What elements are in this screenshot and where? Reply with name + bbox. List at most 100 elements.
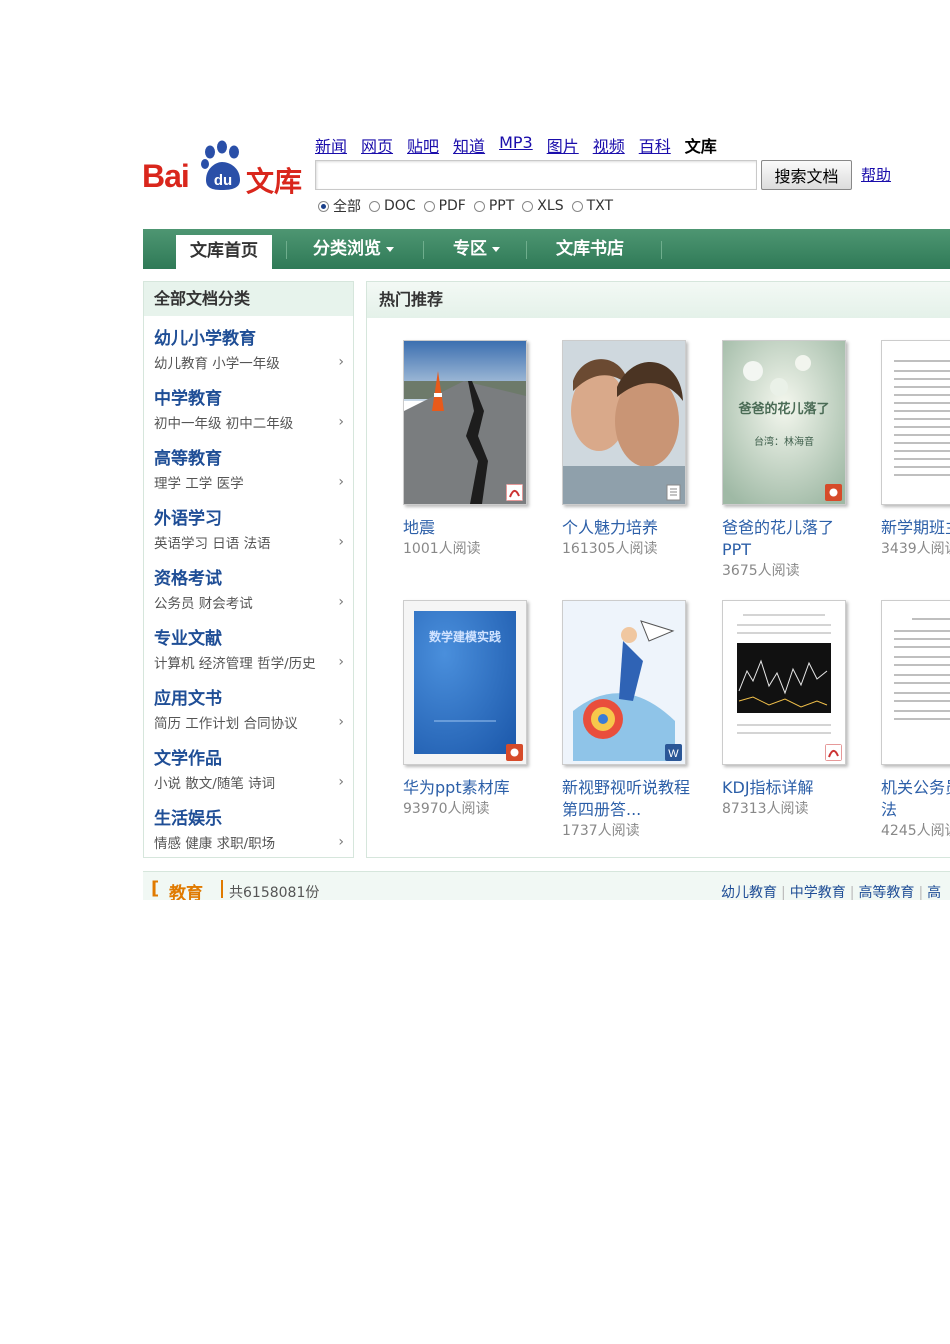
doc-title[interactable]: 爸爸的花儿落了PPT [722,517,854,561]
topnav-link-zhidao[interactable]: 知道 [453,133,485,155]
category-title[interactable]: 幼儿小学教育 [154,324,344,349]
doc-thumbnail[interactable]: W [562,600,686,765]
sidebar-category[interactable]: 文学作品小说 散文/随笔 诗词› [154,744,344,804]
doc-card[interactable]: 数学建模实践 华为ppt素材库 93970人阅读 [403,600,553,819]
topnav-link-tieba[interactable]: 贴吧 [407,133,439,155]
category-title[interactable]: 资格考试 [154,564,344,589]
category-title[interactable]: 外语学习 [154,504,344,529]
category-sub[interactable]: 英语学习 日语 法语 [154,532,344,552]
doc-title[interactable]: 华为ppt素材库 [403,777,535,799]
radio-icon[interactable] [424,201,435,212]
chevron-right-icon[interactable]: › [338,714,344,730]
category-title[interactable]: 专业文献 [154,624,344,649]
doc-title[interactable]: 地震 [403,517,535,539]
filetype-doc[interactable]: DOC [369,198,416,214]
doc-card[interactable]: 地震 1001人阅读 [403,340,553,559]
filetype-all[interactable]: 全部 [318,196,361,216]
radio-icon[interactable] [474,201,485,212]
subcategory-link[interactable]: 幼儿教育 [721,885,777,900]
doc-thumbnail[interactable] [722,600,846,765]
category-title[interactable]: 中学教育 [154,384,344,409]
subcategory-link[interactable]: 高 [927,885,941,900]
sidebar-category[interactable]: 资格考试公务员 财会考试› [154,564,344,624]
topnav-link-images[interactable]: 图片 [547,133,579,155]
doc-title[interactable]: 新视野视听说教程第四册答... [562,777,694,821]
doc-card[interactable]: 个人魅力培养 161305人阅读 [562,340,712,559]
category-sub[interactable]: 理学 工学 医学 [154,472,344,492]
chevron-right-icon[interactable]: › [338,474,344,490]
cover-subtitle: 台湾：林海音 [754,435,814,448]
sidebar-category[interactable]: 外语学习英语学习 日语 法语› [154,504,344,564]
pdf-file-icon [506,484,523,501]
chevron-right-icon[interactable]: › [338,654,344,670]
topnav-link-video[interactable]: 视频 [593,133,625,155]
doc-thumbnail[interactable] [881,600,950,765]
topnav-link-mp3[interactable]: MP3 [499,133,533,155]
doc-title[interactable]: 新学期班主任寄语 [881,517,950,539]
help-link[interactable]: 帮助 [861,164,891,185]
topnav-link-news[interactable]: 新闻 [315,133,347,155]
category-name[interactable]: 教育 [169,879,203,900]
cover-title: 爸爸的花儿落了 [737,401,829,417]
filetype-ppt[interactable]: PPT [474,198,514,214]
sidebar-category[interactable]: 高等教育理学 工学 医学› [154,444,344,504]
radio-icon[interactable] [572,201,583,212]
topnav-link-baike[interactable]: 百科 [639,133,671,155]
category-title[interactable]: 高等教育 [154,444,344,469]
category-sub[interactable]: 初中一年级 初中二年级 [154,412,344,432]
doc-thumbnail[interactable] [403,340,527,505]
topnav-link-web[interactable]: 网页 [361,133,393,155]
category-title[interactable]: 应用文书 [154,684,344,709]
category-sub[interactable]: 小说 散文/随笔 诗词 [154,772,344,792]
category-title[interactable]: 生活娱乐 [154,804,344,829]
filetype-xls[interactable]: XLS [522,198,563,214]
doc-card[interactable]: 爸爸的花儿落了 台湾：林海音 爸爸的花儿落了PPT 3675人阅读 [722,340,872,581]
sidebar-category[interactable]: 应用文书简历 工作计划 合同协议› [154,684,344,744]
chevron-right-icon[interactable]: › [338,594,344,610]
radio-icon[interactable] [369,201,380,212]
category-sub[interactable]: 简历 工作计划 合同协议 [154,712,344,732]
nav-tab-zone[interactable]: 专区 [453,229,500,269]
chevron-right-icon[interactable]: › [338,834,344,850]
nav-tab-home[interactable]: 文库首页 [176,235,272,269]
category-title[interactable]: 文学作品 [154,744,344,769]
doc-title[interactable]: 机关公务员管理办法 [881,777,950,821]
radio-icon[interactable] [522,201,533,212]
baidu-wenku-logo[interactable]: Bai du 文库 [142,140,307,198]
search-input[interactable] [315,160,757,190]
doc-reads: 1737人阅读 [562,821,712,841]
doc-thumbnail[interactable]: 爸爸的花儿落了 台湾：林海音 [722,340,846,505]
sidebar-category[interactable]: 生活娱乐情感 健康 求职/职场› [154,804,344,864]
sidebar-category[interactable]: 中学教育初中一年级 初中二年级› [154,384,344,444]
category-sub[interactable]: 计算机 经济管理 哲学/历史 [154,652,344,672]
category-sub[interactable]: 幼儿教育 小学一年级 [154,352,344,372]
radio-selected-icon[interactable] [318,201,329,212]
doc-title[interactable]: KDJ指标详解 [722,777,854,799]
nav-divider [423,241,424,259]
doc-card[interactable]: W 新视野视听说教程第四册答... 1737人阅读 [562,600,712,841]
nav-tab-browse[interactable]: 分类浏览 [313,229,394,269]
subcategory-link[interactable]: 中学教育 [790,885,846,900]
chevron-right-icon[interactable]: › [338,534,344,550]
category-sub[interactable]: 情感 健康 求职/职场 [154,832,344,852]
doc-card[interactable]: 新学期班主任寄语 3439人阅读 [881,340,950,559]
nav-tab-store[interactable]: 文库书店 [556,229,624,269]
chevron-right-icon[interactable]: › [338,774,344,790]
subcategory-link[interactable]: 高等教育 [858,885,914,900]
sidebar-category[interactable]: 幼儿小学教育幼儿教育 小学一年级› [154,324,344,384]
doc-card[interactable]: 机关公务员管理办法 4245人阅读 [881,600,950,841]
text-document-preview [882,341,950,504]
filetype-pdf[interactable]: PDF [424,198,466,214]
chevron-right-icon[interactable]: › [338,354,344,370]
doc-title[interactable]: 个人魅力培养 [562,517,694,539]
doc-thumbnail[interactable] [562,340,686,505]
filetype-txt[interactable]: TXT [572,198,613,214]
search-button[interactable]: 搜索文档 [761,160,852,190]
doc-thumbnail[interactable] [881,340,950,505]
chevron-right-icon[interactable]: › [338,414,344,430]
nav-divider [661,241,662,259]
doc-thumbnail[interactable]: 数学建模实践 [403,600,527,765]
doc-card[interactable]: KDJ指标详解 87313人阅读 [722,600,872,819]
sidebar-category[interactable]: 专业文献计算机 经济管理 哲学/历史› [154,624,344,684]
category-sub[interactable]: 公务员 财会考试 [154,592,344,612]
